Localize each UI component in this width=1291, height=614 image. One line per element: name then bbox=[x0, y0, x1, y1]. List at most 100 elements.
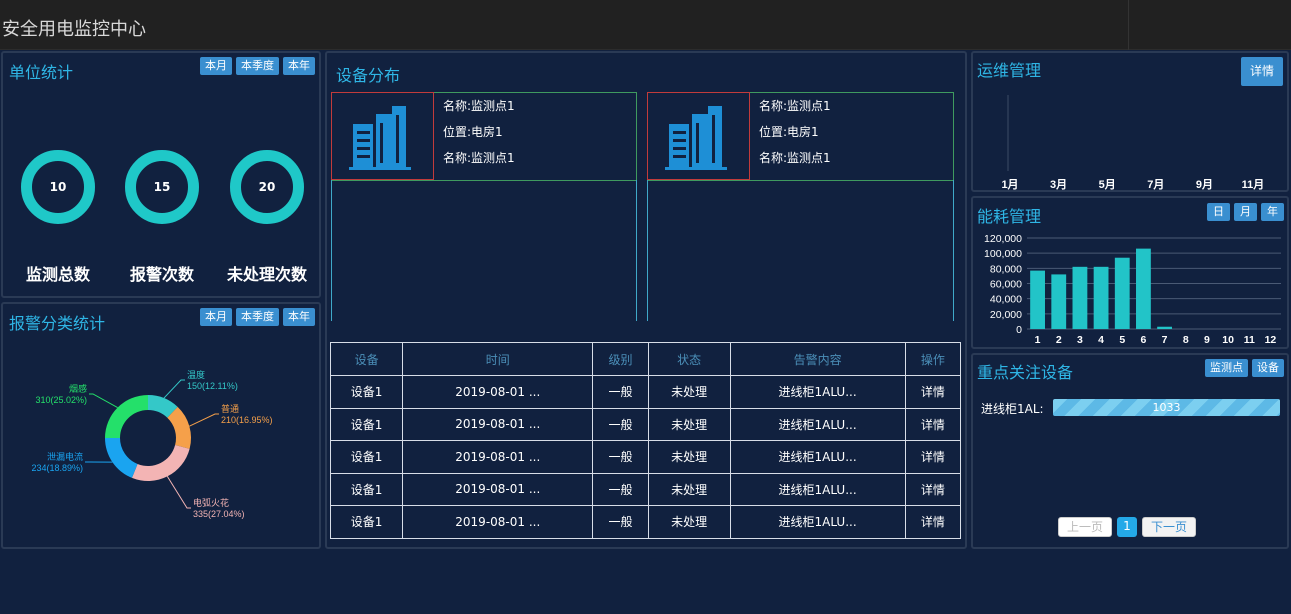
x-tick-label: 10 bbox=[1222, 334, 1234, 346]
building-icon bbox=[331, 92, 434, 180]
app-header: 安全用电监控中心 bbox=[0, 0, 1291, 50]
pie-label-name: 温度 bbox=[187, 369, 205, 380]
pie-label-name: 电弧火花 bbox=[193, 497, 229, 508]
y-tick-label: 120,000 bbox=[984, 233, 1022, 245]
y-tick-label: 40,000 bbox=[990, 294, 1022, 306]
cell-content: 进线柜1ALU... bbox=[729, 440, 906, 474]
unit-month-button[interactable]: 本月 bbox=[200, 57, 232, 75]
unhandled-count-ring: 20 bbox=[230, 150, 304, 224]
pie-label-name: 泄漏电流 bbox=[47, 451, 83, 462]
x-tick-label: 9 bbox=[1204, 334, 1210, 346]
cell-content: 进线柜1ALU... bbox=[729, 472, 906, 506]
next-page-button[interactable]: 下一页 bbox=[1142, 517, 1196, 537]
energy-bar-chart: 120,000 100,000 80,000 60,000 40,000 20,000 0 1… bbox=[984, 233, 1281, 346]
y-tick-label: 80,000 bbox=[990, 263, 1022, 275]
device-card[interactable]: 名称:监测点1 位置:电房1 名称:监测点1 bbox=[647, 92, 954, 324]
alarm-count-label: 报警次数 bbox=[129, 265, 194, 284]
device-dist-title: 设备分布 bbox=[336, 66, 401, 85]
focus-monitor-button[interactable]: 监测点 bbox=[1205, 359, 1248, 377]
x-tick-label: 6 bbox=[1140, 334, 1146, 346]
energy-bar bbox=[1093, 266, 1109, 329]
cell-content: 进线柜1ALU... bbox=[729, 407, 906, 441]
unit-quarter-button[interactable]: 本季度 bbox=[236, 57, 279, 75]
focus-item-bar: 1033 bbox=[1053, 399, 1280, 416]
detail-link[interactable]: 详情 bbox=[904, 375, 962, 409]
ops-title: 运维管理 bbox=[977, 61, 1042, 80]
alarm-pie-chart: 温度150(12.11%) 普通210(16.95%) 电弧火花335(27.04%… bbox=[31, 369, 273, 519]
alarm-year-button[interactable]: 本年 bbox=[283, 308, 315, 326]
table-row: 设备1 2019-08-01 ... 一般 未处理 进线柜1ALU... 详情 bbox=[329, 375, 962, 409]
energy-month-button[interactable]: 月 bbox=[1234, 203, 1257, 221]
unit-stats-title: 单位统计 bbox=[9, 63, 74, 82]
pie-leader bbox=[163, 379, 185, 399]
cell-level: 一般 bbox=[592, 375, 649, 409]
x-tick-label: 8 bbox=[1183, 334, 1189, 346]
detail-link[interactable]: 详情 bbox=[904, 440, 962, 474]
pie-leader bbox=[89, 393, 118, 409]
cell-time: 2019-08-01 ... bbox=[402, 472, 594, 506]
x-tick-label: 2 bbox=[1056, 334, 1062, 346]
energy-title: 能耗管理 bbox=[977, 207, 1042, 226]
cell-device: 设备1 bbox=[329, 375, 404, 409]
alarm-stats-panel: 报警分类统计 本月 本季度 本年 温度 150(12.11%) 普通 210(16.9… bbox=[1, 302, 321, 549]
prev-page-button[interactable]: 上一页 bbox=[1058, 517, 1112, 537]
cell-device: 设备1 bbox=[329, 472, 404, 506]
device-card-location: 位置:电房1 bbox=[759, 125, 819, 139]
x-tick-label: 4 bbox=[1098, 334, 1104, 346]
table-row: 设备1 2019-08-01 ... 一般 未处理 进线柜1ALU... 详情 bbox=[329, 505, 962, 539]
pie-label-value: 335(27.04%) bbox=[193, 509, 245, 519]
energy-bar bbox=[1072, 266, 1088, 329]
cell-content: 进线柜1ALU... bbox=[729, 375, 906, 409]
building-icon bbox=[647, 92, 750, 180]
cell-status: 未处理 bbox=[647, 505, 731, 539]
pie-leader bbox=[166, 476, 191, 509]
alarm-quarter-button[interactable]: 本季度 bbox=[236, 308, 279, 326]
ops-x-tick: 1月 bbox=[1001, 178, 1018, 191]
card-border-right bbox=[953, 180, 954, 321]
cell-level: 一般 bbox=[592, 407, 649, 441]
card-border-right bbox=[636, 180, 637, 321]
detail-link[interactable]: 详情 bbox=[904, 407, 962, 441]
unit-stats-panel: 单位统计 本月 本季度 本年 10 15 20 监测总数 报警次数 未处理次数 bbox=[1, 51, 321, 298]
device-card-name: 名称:监测点1 bbox=[759, 99, 831, 113]
card-border-left bbox=[331, 180, 332, 321]
x-tick-label: 11 bbox=[1244, 334, 1255, 346]
energy-year-button[interactable]: 年 bbox=[1261, 203, 1284, 221]
y-tick-label: 0 bbox=[1016, 324, 1022, 336]
header-divider bbox=[1128, 0, 1129, 50]
unit-year-button[interactable]: 本年 bbox=[283, 57, 315, 75]
pie-label-value: 150(12.11%) bbox=[187, 381, 238, 391]
cell-level: 一般 bbox=[592, 440, 649, 474]
energy-bar bbox=[1114, 257, 1130, 329]
device-card-name: 名称:监测点1 bbox=[443, 99, 515, 113]
y-tick-label: 60,000 bbox=[990, 279, 1022, 291]
alarm-stats-title: 报警分类统计 bbox=[9, 314, 106, 333]
table-row: 设备1 2019-08-01 ... 一般 未处理 进线柜1ALU... 详情 bbox=[329, 440, 962, 474]
pie-label-value: 210(16.95%) bbox=[221, 415, 273, 425]
cell-time: 2019-08-01 ... bbox=[402, 375, 594, 409]
device-card[interactable]: 名称:监测点1 位置:电房1 名称:监测点1 bbox=[331, 92, 637, 324]
col-content: 告警内容 bbox=[729, 342, 906, 376]
monitor-total-ring: 10 bbox=[21, 150, 95, 224]
focus-device-button[interactable]: 设备 bbox=[1252, 359, 1284, 377]
energy-bar bbox=[1030, 270, 1045, 329]
alarm-month-button[interactable]: 本月 bbox=[200, 308, 232, 326]
pie-label-value: 310(25.02%) bbox=[35, 395, 87, 405]
page-1-button[interactable]: 1 bbox=[1117, 517, 1137, 537]
focus-item-value: 1033 bbox=[1152, 401, 1181, 414]
ops-x-tick: 11月 bbox=[1242, 178, 1265, 191]
table-row: 设备1 2019-08-01 ... 一般 未处理 进线柜1ALU... 详情 bbox=[329, 472, 962, 506]
ops-x-tick: 5月 bbox=[1099, 178, 1116, 191]
cell-time: 2019-08-01 ... bbox=[402, 407, 594, 441]
energy-day-button[interactable]: 日 bbox=[1207, 203, 1230, 221]
cell-level: 一般 bbox=[592, 505, 649, 539]
cell-level: 一般 bbox=[592, 472, 649, 506]
detail-link[interactable]: 详情 bbox=[904, 505, 962, 539]
energy-bar bbox=[1136, 248, 1151, 329]
alarm-count-ring: 15 bbox=[125, 150, 199, 224]
detail-link[interactable]: 详情 bbox=[904, 472, 962, 506]
table-row: 设备1 2019-08-01 ... 一般 未处理 进线柜1ALU... 详情 bbox=[329, 407, 962, 441]
ops-detail-button[interactable]: 详情 bbox=[1240, 57, 1283, 86]
col-level: 级别 bbox=[592, 342, 649, 376]
cell-status: 未处理 bbox=[647, 472, 731, 506]
